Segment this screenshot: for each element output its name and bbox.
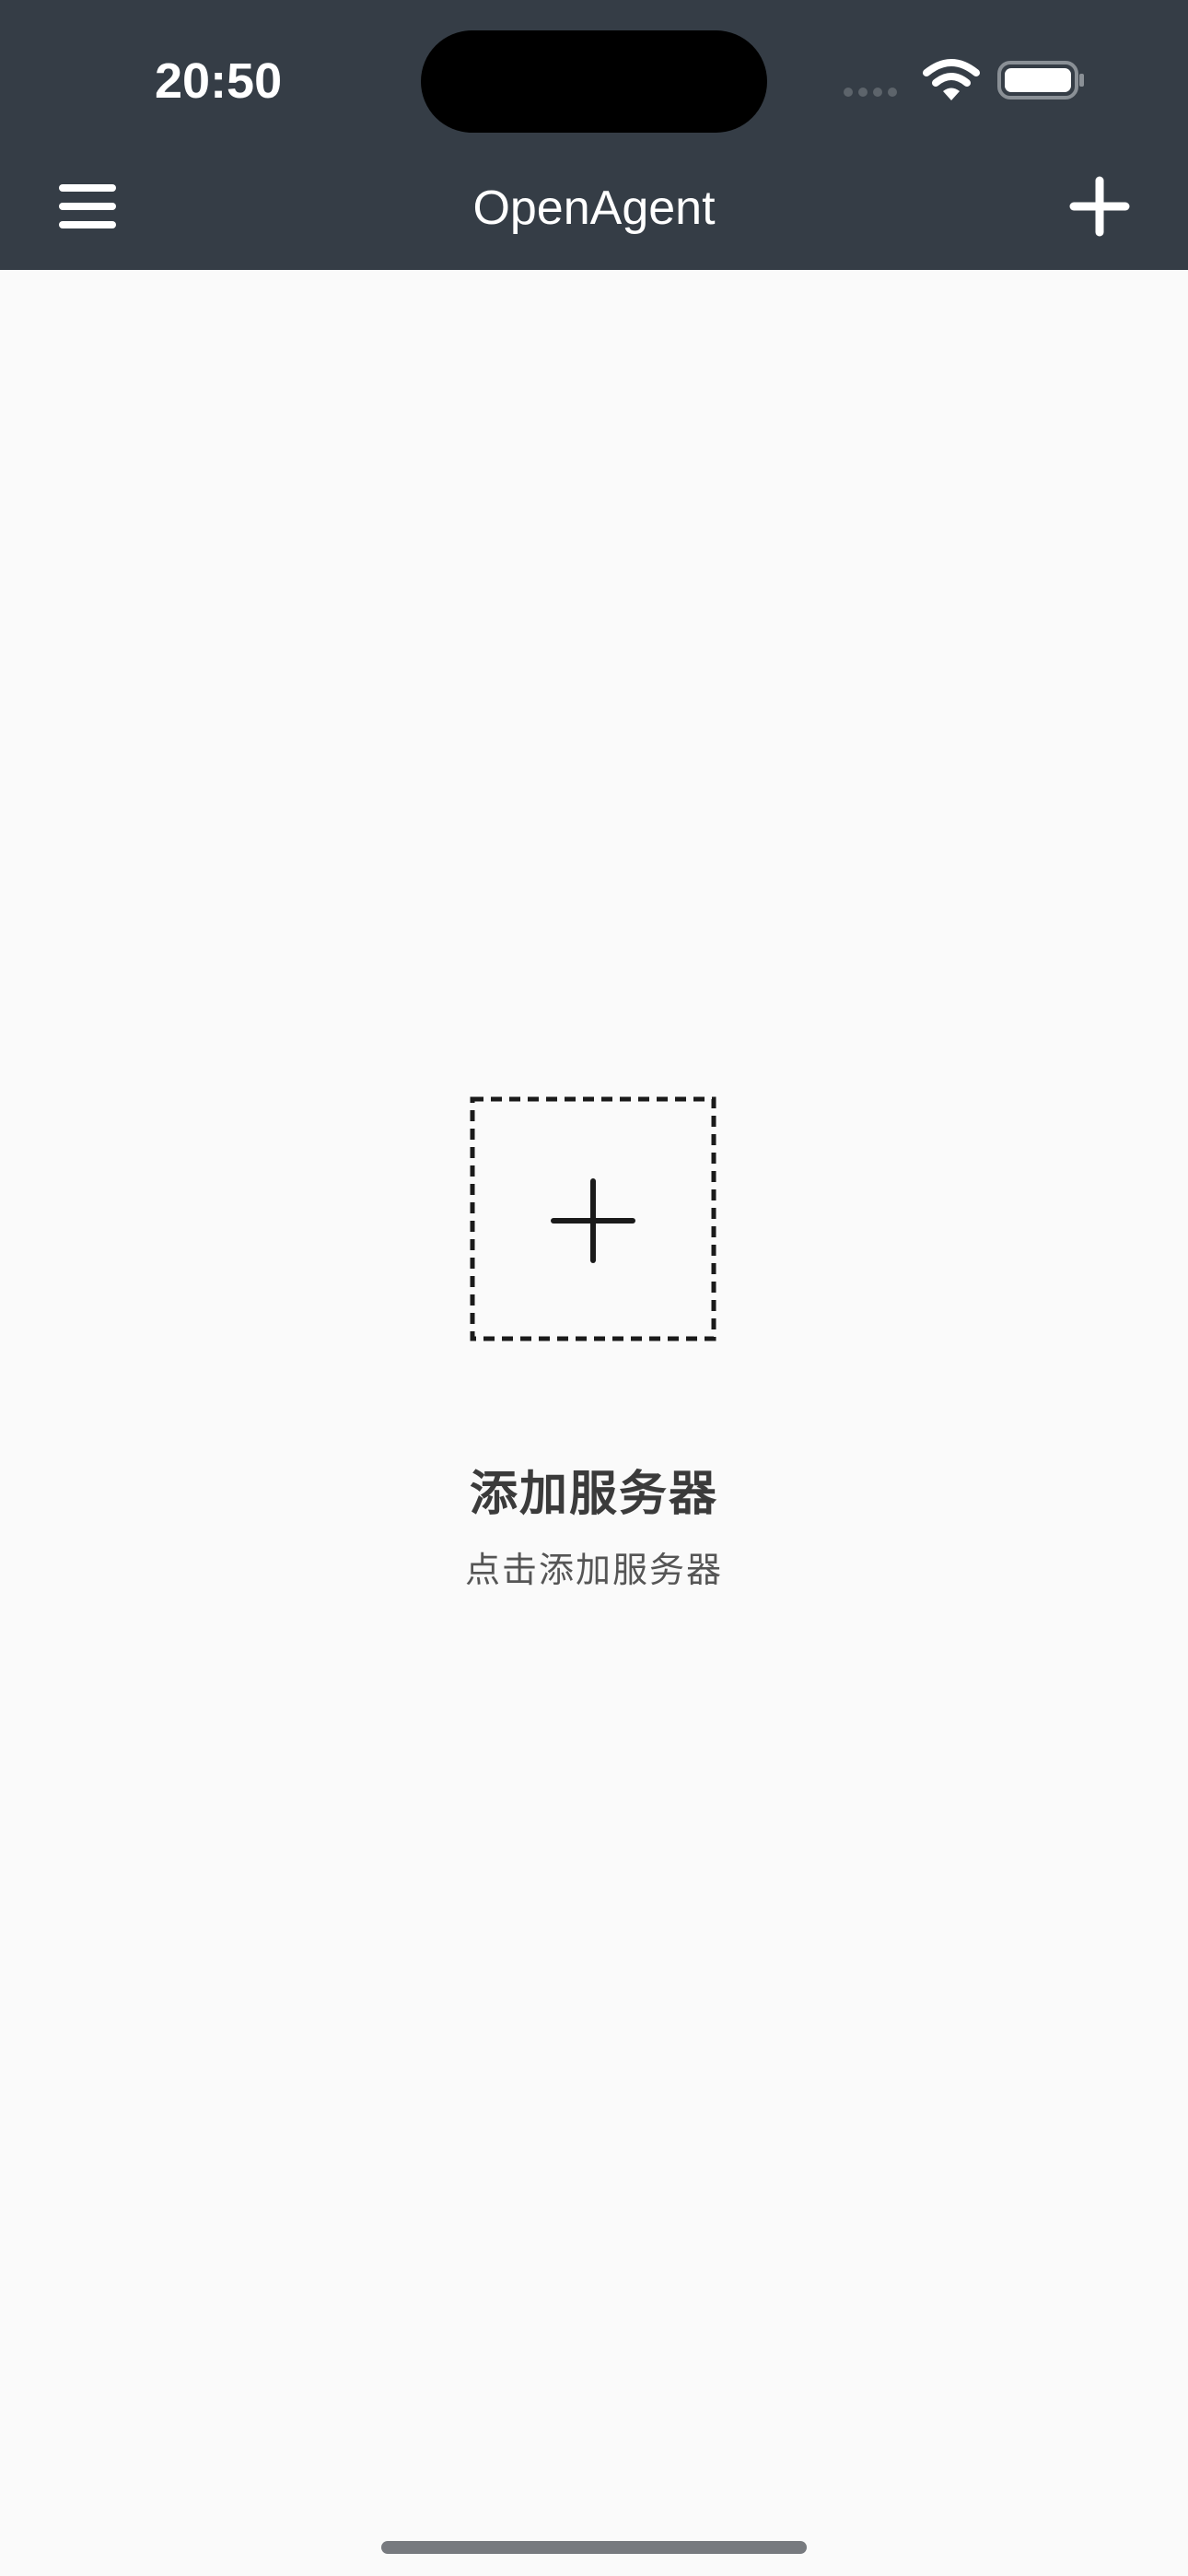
status-time: 20:50 xyxy=(155,53,283,109)
add-button[interactable] xyxy=(1057,162,1142,251)
add-server-icon[interactable] xyxy=(470,1096,716,1341)
empty-state-subtitle: 点击添加服务器 xyxy=(464,1550,723,1590)
home-indicator[interactable] xyxy=(381,2541,807,2554)
wifi-icon xyxy=(923,59,980,100)
dynamic-island xyxy=(421,30,767,133)
menu-button[interactable] xyxy=(48,162,129,251)
empty-state-title: 添加服务器 xyxy=(469,1467,718,1522)
battery-icon xyxy=(997,61,1084,100)
cellular-signal-icon xyxy=(844,88,897,97)
page-title: OpenAgent xyxy=(472,181,716,235)
app-bar: 20:50 OpenAgent xyxy=(0,0,1188,270)
